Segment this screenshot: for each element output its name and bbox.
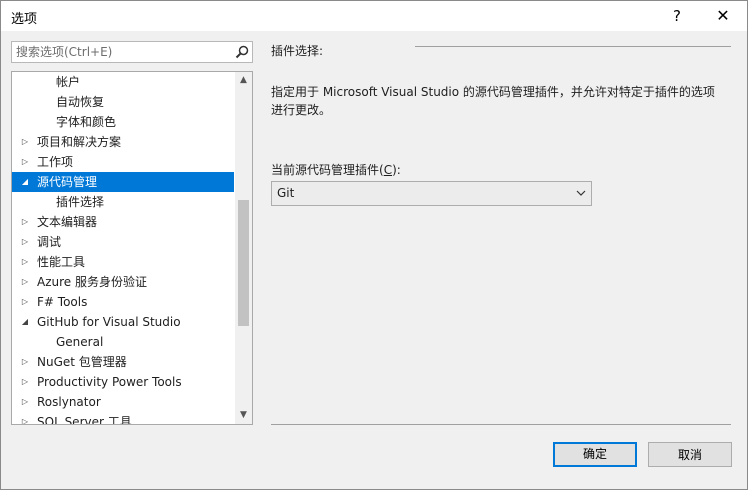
tree-item[interactable]: ▷ NuGet 包管理器 <box>12 352 234 372</box>
tree-item-label: 工作项 <box>37 155 74 169</box>
tree-item[interactable]: ◢ GitHub for Visual Studio <box>12 312 234 332</box>
search-icon[interactable] <box>234 44 250 60</box>
tree-item[interactable]: ▷ Roslynator <box>12 392 234 412</box>
tree-item[interactable]: ▷ 工作项 <box>12 152 234 172</box>
description-text: 指定用于 Microsoft Visual Studio 的源代码管理插件，并允… <box>271 85 715 117</box>
plugin-label-accelerator: C <box>383 163 393 177</box>
scroll-down-icon[interactable]: ▼ <box>235 407 252 424</box>
options-tree: 帐户 自动恢复 字体和颜色 ▷ 项目和解决方案 ▷ 工作项 ◢ 源代码管理 插件选择 ▷ 文本编辑器 ▷… <box>11 71 253 425</box>
tree-item[interactable]: 字体和颜色 <box>12 112 234 132</box>
plugin-dropdown-value: Git <box>277 186 295 200</box>
expand-arrow-icon[interactable]: ▷ <box>20 212 30 232</box>
tree-item[interactable]: ◢ 源代码管理 <box>12 172 234 192</box>
tree-item-label: Azure 服务身份验证 <box>37 275 147 289</box>
expand-arrow-icon[interactable]: ▷ <box>20 132 30 152</box>
expand-arrow-icon[interactable]: ▷ <box>20 152 30 172</box>
plugin-dropdown[interactable]: Git <box>271 181 592 206</box>
scroll-up-icon[interactable]: ▲ <box>235 72 252 89</box>
collapse-arrow-icon[interactable]: ◢ <box>20 312 30 332</box>
tree-item[interactable]: ▷ Productivity Power Tools <box>12 372 234 392</box>
tree-item-label: SQL Server 工具 <box>37 415 132 424</box>
tree-item[interactable]: ▷ F# Tools <box>12 292 234 312</box>
tree-list: 帐户 自动恢复 字体和颜色 ▷ 项目和解决方案 ▷ 工作项 ◢ 源代码管理 插件选择 ▷ 文本编辑器 ▷… <box>12 72 235 424</box>
collapse-arrow-icon[interactable]: ◢ <box>20 172 30 192</box>
tree-item-label: 性能工具 <box>37 255 86 269</box>
tree-item-label: 源代码管理 <box>37 175 98 189</box>
tree-item-label: Productivity Power Tools <box>37 375 182 389</box>
section-divider <box>415 46 731 47</box>
tree-item-label: 插件选择 <box>56 195 105 209</box>
ok-button[interactable]: 确定 <box>553 442 637 467</box>
tree-item[interactable]: ▷ 文本编辑器 <box>12 212 234 232</box>
tree-item[interactable]: 自动恢复 <box>12 92 234 112</box>
scroll-thumb[interactable] <box>238 200 249 326</box>
tree-item[interactable]: ▷ 调试 <box>12 232 234 252</box>
expand-arrow-icon[interactable]: ▷ <box>20 272 30 292</box>
expand-arrow-icon[interactable]: ▷ <box>20 232 30 252</box>
plugin-label-suffix: ): <box>392 163 401 177</box>
tree-item-label: 文本编辑器 <box>37 215 98 229</box>
expand-arrow-icon[interactable]: ▷ <box>20 292 30 312</box>
tree-item[interactable]: ▷ 项目和解决方案 <box>12 132 234 152</box>
tree-item[interactable]: 插件选择 <box>12 192 234 212</box>
tree-item[interactable]: 帐户 <box>12 72 234 92</box>
window-title: 选项 <box>11 12 38 27</box>
plugin-label: 当前源代码管理插件(C): <box>271 161 401 178</box>
expand-arrow-icon[interactable]: ▷ <box>20 412 30 424</box>
tree-item-label: 自动恢复 <box>56 95 105 109</box>
tree-item-label: General <box>56 335 104 349</box>
plugin-label-prefix: 当前源代码管理插件( <box>271 163 384 177</box>
close-button[interactable]: ✕ <box>701 1 745 31</box>
help-button[interactable]: ? <box>655 1 699 31</box>
tree-item[interactable]: ▷ Azure 服务身份验证 <box>12 272 234 292</box>
expand-arrow-icon[interactable]: ▷ <box>20 252 30 272</box>
tree-item-label: GitHub for Visual Studio <box>37 315 181 329</box>
search-box[interactable] <box>11 41 253 63</box>
tree-item-label: Roslynator <box>37 395 101 409</box>
section-header: 插件选择: <box>271 44 324 58</box>
footer-divider <box>271 424 731 425</box>
title-bar: 选项 ? ✕ <box>1 1 747 31</box>
tree-item[interactable]: ▷ 性能工具 <box>12 252 234 272</box>
cancel-button[interactable]: 取消 <box>648 442 732 467</box>
chevron-down-icon <box>576 190 586 196</box>
expand-arrow-icon[interactable]: ▷ <box>20 352 30 372</box>
tree-scrollbar[interactable]: ▲ ▼ <box>235 72 252 424</box>
tree-item-label: NuGet 包管理器 <box>37 355 127 369</box>
tree-item[interactable]: General <box>12 332 234 352</box>
tree-item-label: 调试 <box>37 235 62 249</box>
options-dialog: 选项 ? ✕ 帐户自动恢复字体和颜色▷项目和解决方案▷工作项◢源代码管理插件选择… <box>0 0 748 490</box>
expand-arrow-icon[interactable]: ▷ <box>20 372 30 392</box>
expand-arrow-icon[interactable]: ▷ <box>20 392 30 412</box>
tree-item-label: 项目和解决方案 <box>37 135 122 149</box>
tree-item[interactable]: ▷ SQL Server 工具 <box>12 412 234 424</box>
tree-item-label: 帐户 <box>56 75 81 89</box>
tree-item-label: 字体和颜色 <box>56 115 117 129</box>
search-input[interactable] <box>12 42 234 62</box>
tree-item-label: F# Tools <box>37 295 88 309</box>
